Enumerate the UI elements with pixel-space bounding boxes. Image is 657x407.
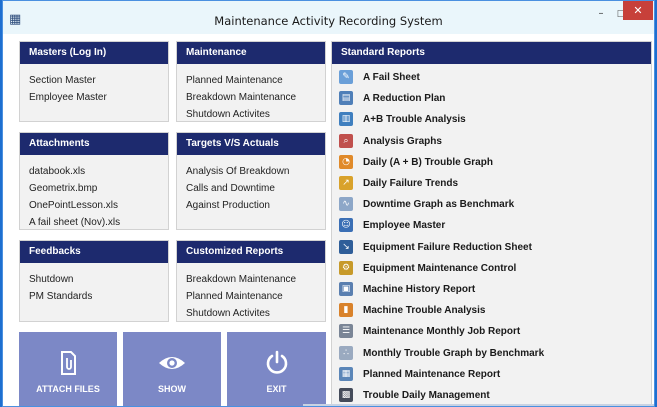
report-item-label: Daily (A + B) Trouble Graph — [363, 156, 493, 168]
planned-maintenance-link[interactable]: Planned Maintenance — [186, 72, 325, 89]
report-icon: ▣ — [339, 282, 353, 296]
masters-panel: Masters (Log In) Section Master Employee… — [19, 41, 169, 122]
show-button[interactable]: SHOW — [123, 332, 221, 406]
report-item[interactable]: ▣ Machine History Report — [332, 279, 651, 300]
checklist-icon: ☰ — [339, 324, 353, 339]
eye-icon — [123, 350, 221, 376]
custom-planned-link[interactable]: Planned Maintenance — [186, 288, 325, 305]
magnifier-chart-icon: ⌕ — [339, 133, 353, 148]
report-item[interactable]: ☺ Employee Master — [332, 215, 651, 236]
report-item-label: Downtime Graph as Benchmark — [363, 199, 515, 211]
targets-panel: Targets V/S Actuals Analysis Of Breakdow… — [176, 132, 326, 230]
report-item[interactable]: ▦ Planned Maintenance Report — [332, 364, 651, 385]
masters-heading: Masters (Log In) — [20, 42, 168, 64]
paperclip-file-icon — [19, 350, 117, 376]
report-item-label: Trouble Daily Management — [363, 390, 490, 401]
report-item-label: Analysis Graphs — [363, 135, 442, 147]
standard-reports-panel: Standard Reports ✎ A Fail Sheet ▤ A Reducti… — [331, 41, 652, 406]
column-chart-icon: ▮ — [339, 303, 353, 318]
shutdown-activites-link[interactable]: Shutdown Activites — [186, 106, 325, 123]
show-label: SHOW — [158, 384, 186, 394]
report-item[interactable]: ▮ Machine Trouble Analysis — [332, 300, 651, 321]
report-item[interactable]: ✎ A Fail Sheet — [332, 67, 651, 88]
title-bar[interactable]: ▦ Maintenance Activity Recording System … — [3, 1, 654, 34]
attachment-item[interactable]: A fail sheet (Nov).xls — [29, 214, 168, 231]
maintenance-heading: Maintenance — [177, 42, 325, 64]
calls-and-downtime-link[interactable]: Calls and Downtime — [186, 180, 325, 197]
custom-breakdown-link[interactable]: Breakdown Maintenance — [186, 271, 325, 288]
document-icon: ▤ — [339, 91, 353, 106]
report-item-label: Maintenance Monthly Job Report — [363, 326, 521, 338]
attachment-item[interactable]: Geometrix.bmp — [29, 180, 168, 197]
attachments-heading: Attachments — [20, 133, 168, 155]
trend-chart-icon: ↗ — [339, 176, 353, 190]
report-item-label: Equipment Failure Reduction Sheet — [363, 241, 532, 253]
custom-shutdown-link[interactable]: Shutdown Activites — [186, 305, 325, 322]
window-title: Maintenance Activity Recording System — [214, 14, 443, 28]
breakdown-maintenance-link[interactable]: Breakdown Maintenance — [186, 89, 325, 106]
attachments-panel: Attachments databook.xls Geometrix.bmp O… — [19, 132, 169, 230]
feedbacks-heading: Feedbacks — [20, 241, 168, 263]
report-item-label: Planned Maintenance Report — [363, 368, 501, 380]
attachment-item[interactable]: OnePointLesson.xls — [29, 197, 168, 214]
report-item-label: Machine History Report — [363, 284, 476, 295]
feedbacks-panel: Feedbacks Shutdown PM Standards — [19, 240, 169, 322]
wrench-gear-icon: ⚙ — [339, 260, 353, 275]
close-icon[interactable]: ✕ — [623, 1, 653, 20]
report-item[interactable]: ▥ A+B Trouble Analysis — [332, 109, 651, 130]
attach-files-button[interactable]: ATTACH FILES — [19, 332, 117, 406]
report-item-label: Equipment Maintenance Control — [363, 262, 517, 274]
users-icon: ☺ — [339, 218, 353, 233]
scatter-graph-icon: ∴ — [339, 345, 353, 360]
report-item[interactable]: ↘ Equipment Failure Reduction Sheet — [332, 237, 651, 258]
calendar-document-icon: ▦ — [339, 366, 353, 381]
report-item-label: A Fail Sheet — [363, 72, 420, 83]
bar-chart-icon: ▥ — [339, 112, 353, 127]
exit-label: EXIT — [266, 384, 287, 394]
customized-reports-panel: Customized Reports Breakdown Maintenance… — [176, 240, 326, 322]
report-item[interactable]: ∿ Downtime Graph as Benchmark — [332, 194, 651, 215]
document-edit-icon: ✎ — [339, 70, 353, 84]
section-master-link[interactable]: Section Master — [29, 72, 168, 89]
power-icon — [227, 350, 326, 376]
pm-standards-link[interactable]: PM Standards — [29, 288, 168, 305]
calendar-icon: ▩ — [339, 388, 353, 402]
report-item[interactable]: ⚙ Equipment Maintenance Control — [332, 258, 651, 279]
report-item[interactable]: ↗ Daily Failure Trends — [332, 173, 651, 194]
analysis-of-breakdown-link[interactable]: Analysis Of Breakdown — [186, 163, 325, 180]
employee-master-link[interactable]: Employee Master — [29, 89, 168, 106]
report-item-label: Employee Master — [363, 220, 446, 232]
maintenance-panel: Maintenance Planned Maintenance Breakdow… — [176, 41, 326, 122]
report-item[interactable]: ▩ Trouble Daily Management — [332, 385, 651, 406]
report-item[interactable]: ▤ A Reduction Plan — [332, 88, 651, 109]
attachment-item[interactable]: databook.xls — [29, 163, 168, 180]
exit-button[interactable]: EXIT — [227, 332, 326, 406]
app-window: ▦ Maintenance Activity Recording System … — [2, 0, 655, 407]
report-item[interactable]: ◔ Daily (A + B) Trouble Graph — [332, 152, 651, 173]
report-item-label: Machine Trouble Analysis — [363, 305, 486, 317]
attach-files-label: ATTACH FILES — [36, 384, 100, 394]
report-item-label: A+B Trouble Analysis — [363, 114, 466, 126]
standard-reports-heading: Standard Reports — [332, 42, 651, 64]
report-item-label: A Reduction Plan — [363, 93, 446, 105]
report-item[interactable]: ∴ Monthly Trouble Graph by Benchmark — [332, 343, 651, 364]
customized-reports-heading: Customized Reports — [177, 241, 325, 263]
report-item-label: Monthly Trouble Graph by Benchmark — [363, 347, 545, 359]
report-item[interactable]: ☰ Maintenance Monthly Job Report — [332, 321, 651, 342]
pie-chart-icon: ◔ — [339, 154, 353, 169]
against-production-link[interactable]: Against Production — [186, 197, 325, 214]
report-item-label: Daily Failure Trends — [363, 178, 459, 189]
report-item[interactable]: ⌕ Analysis Graphs — [332, 131, 651, 152]
minimize-icon[interactable]: – — [591, 9, 611, 19]
shutdown-feedback-link[interactable]: Shutdown — [29, 271, 168, 288]
targets-heading: Targets V/S Actuals — [177, 133, 325, 155]
line-graph-icon: ∿ — [339, 197, 353, 212]
arrow-document-icon: ↘ — [339, 239, 353, 254]
